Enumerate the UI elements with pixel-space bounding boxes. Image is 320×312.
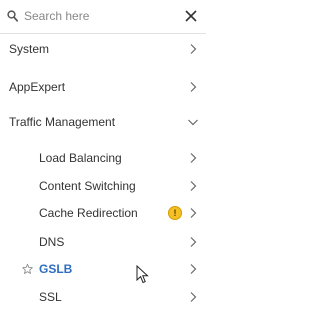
nav-item-dns[interactable]: DNS — [0, 227, 206, 257]
search-bar — [0, 0, 206, 34]
chevron-right-icon — [190, 237, 197, 247]
chevron-right-icon — [190, 82, 197, 92]
nav-item-ssl[interactable]: SSL — [0, 282, 206, 312]
nav-item-label: GSLB — [39, 262, 73, 276]
chevron-right-icon — [190, 208, 197, 218]
warning-badge-text: ! — [173, 207, 177, 218]
search-icon — [7, 10, 18, 22]
nav-item-label: Traffic Management — [9, 115, 116, 129]
chevron-right-icon — [190, 264, 197, 274]
nav-item-label: AppExpert — [9, 80, 66, 94]
nav-item-load-balancing[interactable]: Load Balancing — [0, 143, 206, 173]
nav-item-label: SSL — [39, 290, 62, 304]
nav-item-label: DNS — [39, 235, 65, 249]
nav-item-content-switching[interactable]: Content Switching — [0, 171, 206, 201]
nav-item-system[interactable]: System — [0, 34, 206, 64]
nav-item-label: System — [9, 42, 50, 56]
nav-item-traffic-management[interactable]: Traffic Management — [0, 107, 206, 137]
chevron-right-icon — [190, 181, 197, 191]
nav-item-appexpert[interactable]: AppExpert — [0, 72, 206, 102]
search-input[interactable] — [24, 7, 174, 25]
nav-item-cache-redirection[interactable]: Cache Redirection ! — [0, 198, 206, 228]
nav-item-label: Content Switching — [39, 179, 136, 193]
chevron-right-icon — [190, 44, 197, 54]
close-icon[interactable] — [184, 9, 198, 23]
chevron-right-icon — [190, 153, 197, 163]
nav-item-gslb[interactable]: GSLB — [0, 254, 206, 284]
chevron-down-icon — [188, 119, 198, 126]
warning-icon: ! — [168, 206, 182, 220]
star-icon[interactable] — [22, 263, 33, 275]
nav-item-label: Cache Redirection — [39, 206, 138, 220]
chevron-right-icon — [190, 292, 197, 302]
navigation-panel: System AppExpert Traffic Management Load… — [0, 0, 206, 304]
nav-item-label: Load Balancing — [39, 151, 122, 165]
